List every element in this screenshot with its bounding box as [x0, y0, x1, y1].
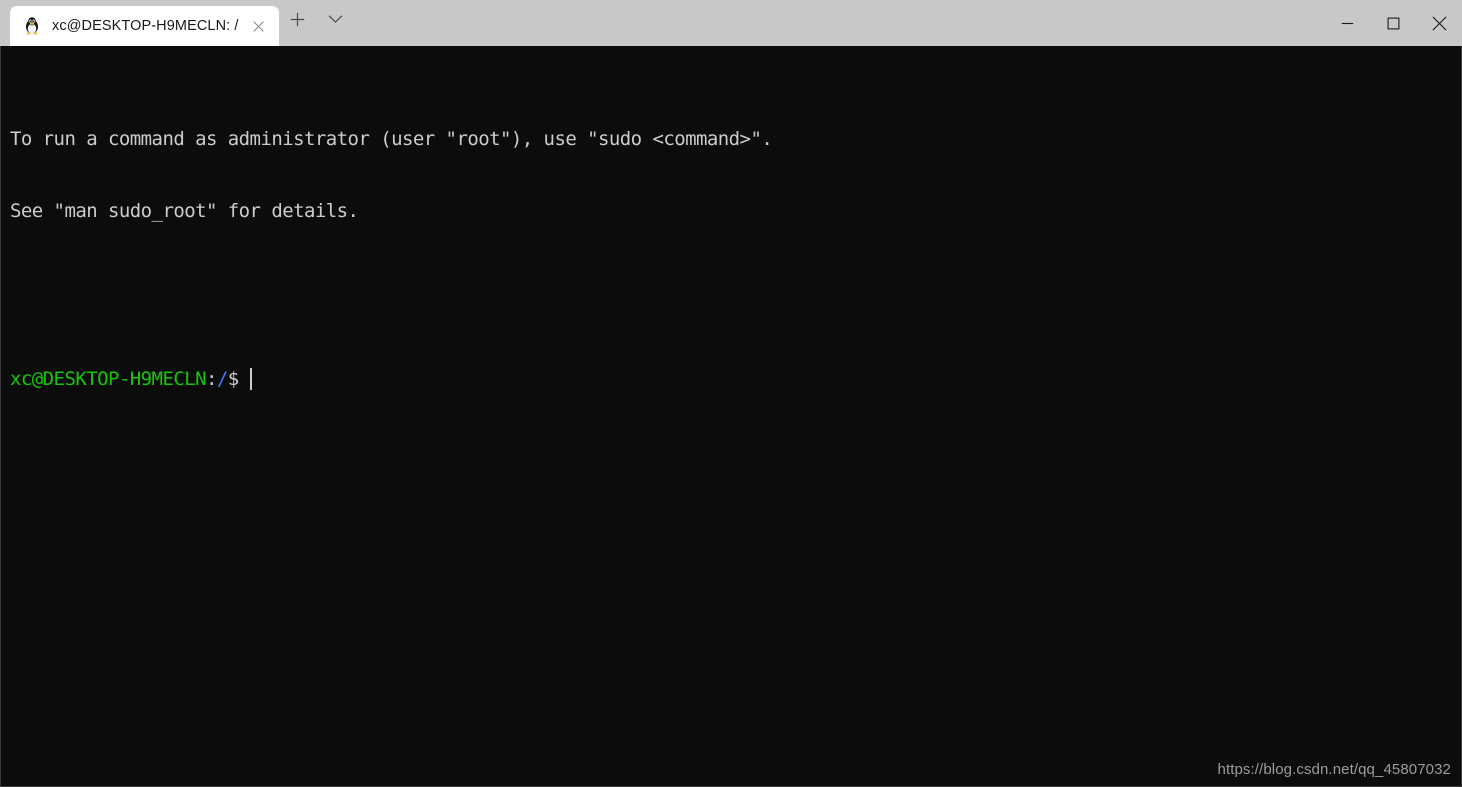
chevron-down-icon[interactable]	[317, 2, 355, 36]
maximize-icon[interactable]	[1370, 0, 1416, 46]
tab-active[interactable]: xc@DESKTOP-H9MECLN: /	[10, 6, 279, 46]
tab-close-icon[interactable]	[245, 12, 273, 40]
terminal-pane[interactable]: To run a command as administrator (user …	[0, 46, 1462, 787]
terminal-output-line: See "man sudo_root" for details.	[10, 200, 359, 222]
new-tab-icon[interactable]	[279, 2, 317, 36]
terminal-prompt-line[interactable]: xc@DESKTOP-H9MECLN: / $	[10, 367, 1461, 391]
prompt-separator: :	[206, 368, 217, 390]
prompt-sigil: $	[227, 368, 239, 390]
title-bar[interactable]: xc@DESKTOP-H9MECLN: /	[0, 0, 1462, 46]
watermark-text: https://blog.csdn.net/qq_45807032	[1217, 761, 1451, 778]
close-icon[interactable]	[1416, 0, 1462, 46]
text-cursor	[249, 368, 252, 390]
prompt-path: /	[216, 368, 228, 390]
terminal-window: xc@DESKTOP-H9MECLN: / To run a command a…	[0, 0, 1462, 787]
tab-strip-actions	[279, 0, 355, 46]
tux-linux-icon	[22, 16, 42, 36]
tab-title: xc@DESKTOP-H9MECLN: /	[52, 18, 239, 34]
window-controls	[1324, 0, 1462, 46]
title-bar-drag-region[interactable]	[355, 0, 1324, 46]
minimize-icon[interactable]	[1324, 0, 1370, 46]
tab-strip: xc@DESKTOP-H9MECLN: /	[0, 0, 279, 46]
prompt-user-host: xc@DESKTOP-H9MECLN	[10, 368, 207, 390]
terminal-screen[interactable]: To run a command as administrator (user …	[10, 55, 1461, 786]
terminal-output-line: To run a command as administrator (user …	[10, 128, 773, 150]
